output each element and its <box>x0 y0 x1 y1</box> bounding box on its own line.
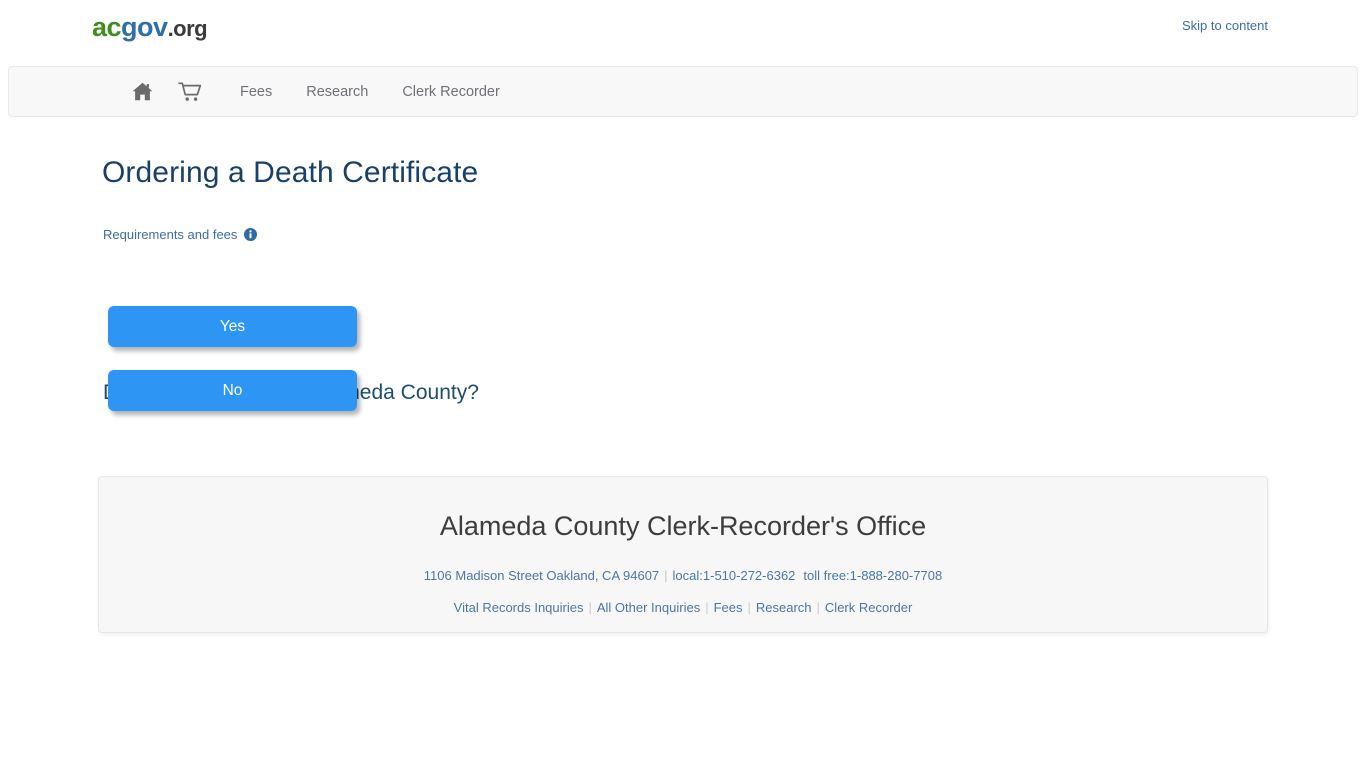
site-header: acgov.org Skip to content <box>0 0 1366 63</box>
requirements-and-fees-row: Requirements and fees <box>103 227 258 242</box>
footer-link-separator: | <box>747 599 751 615</box>
cart-icon[interactable] <box>175 79 205 105</box>
footer-link-separator: | <box>588 599 592 615</box>
footer-address-line: 1106 Madison Street Oakland, CA 94607 | lo… <box>99 542 1267 585</box>
logo-segment-org: .org <box>167 16 208 41</box>
footer-office-title: Alameda County Clerk-Recorder's Office <box>439 511 927 541</box>
logo-segment-ac: ac <box>92 12 122 42</box>
footer-link-all-other-inquiries[interactable]: All Other Inquiries <box>597 600 700 615</box>
site-logo[interactable]: acgov.org <box>92 12 208 42</box>
footer-link-vital-records-inquiries[interactable]: Vital Records Inquiries <box>454 600 584 615</box>
home-icon[interactable] <box>127 79 157 105</box>
skip-to-content-link[interactable]: Skip to content <box>1182 18 1268 33</box>
footer-link-fees[interactable]: Fees <box>714 600 743 615</box>
address-separator: | <box>664 567 668 583</box>
page-title: Ordering a Death Certificate <box>102 156 479 189</box>
requirements-and-fees-link[interactable]: Requirements and fees <box>103 227 237 242</box>
no-button[interactable]: No <box>108 370 357 411</box>
footer-link-clerk-recorder[interactable]: Clerk Recorder <box>825 600 912 615</box>
footer-panel: Alameda County Clerk-Recorder's Office 1… <box>98 476 1268 633</box>
footer-street-address: 1106 Madison Street Oakland, CA 94607 <box>423 567 660 583</box>
nav-link-research[interactable]: Research <box>306 84 368 100</box>
primary-navigation: Fees Research Clerk Recorder <box>8 66 1358 117</box>
nav-link-clerk-recorder[interactable]: Clerk Recorder <box>402 84 500 100</box>
footer-toll-free-phone: toll free:1-888-280-7708 <box>803 567 943 583</box>
nav-link-fees[interactable]: Fees <box>240 84 272 100</box>
info-circle-icon[interactable] <box>244 228 258 241</box>
logo-segment-gov: gov <box>121 12 168 42</box>
footer-link-separator: | <box>705 599 709 615</box>
footer-link-separator: | <box>816 599 820 615</box>
footer-links-row: Vital Records Inquiries | All Other Inquir… <box>99 585 1267 617</box>
footer-link-research[interactable]: Research <box>756 600 812 615</box>
footer-local-phone: local:1-510-272-6362 <box>672 567 796 583</box>
yes-button[interactable]: Yes <box>108 306 357 347</box>
